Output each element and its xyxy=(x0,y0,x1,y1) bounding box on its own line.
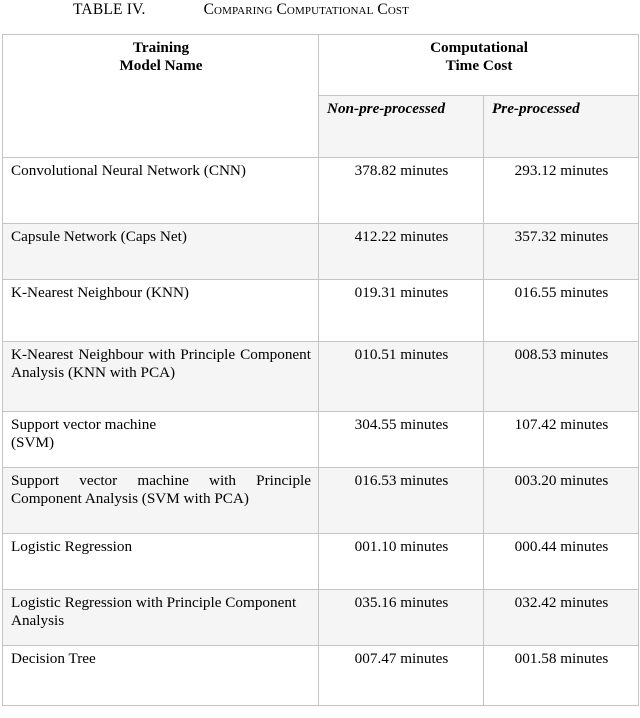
cell-preprocessed: 293.12 minutes xyxy=(482,157,640,224)
header-preprocessed: Pre-processed xyxy=(482,95,640,158)
table-caption-title: Comparing Computational Cost xyxy=(203,1,409,18)
table-row: Convolutional Neural Network (CNN) 378.8… xyxy=(2,157,640,224)
table-row: Support vector machine with Principle Co… xyxy=(2,467,640,534)
header-ct-line1: Computational xyxy=(430,39,528,56)
cell-model-name: Convolutional Neural Network (CNN) xyxy=(2,157,319,224)
cell-model-name: Support vector machine (SVM) xyxy=(2,411,319,468)
header-model-name-line2: Model Name xyxy=(119,56,203,74)
table-body: Training Model Name Computational Time C… xyxy=(2,34,640,706)
cell-preprocessed: 357.32 minutes xyxy=(482,223,640,280)
cell-model-name: K-Nearest Neighbour with Principle Compo… xyxy=(2,341,319,412)
cell-preprocessed: 000.44 minutes xyxy=(482,533,640,590)
table-row: K-Nearest Neighbour (KNN) 019.31 minutes… xyxy=(2,279,640,342)
cell-non-preprocessed: 010.51 minutes xyxy=(318,341,484,412)
cell-preprocessed: 001.58 minutes xyxy=(482,645,640,706)
cell-preprocessed: 016.55 minutes xyxy=(482,279,640,342)
cell-non-preprocessed: 412.22 minutes xyxy=(318,223,484,280)
table-row: Logistic Regression with Principle Compo… xyxy=(2,589,640,646)
cell-non-preprocessed: 007.47 minutes xyxy=(318,645,484,706)
table-row: Decision Tree 007.47 minutes 001.58 minu… xyxy=(2,645,640,706)
cell-preprocessed: 003.20 minutes xyxy=(482,467,640,534)
table-row: K-Nearest Neighbour with Principle Compo… xyxy=(2,341,640,412)
header-computational-time-cost: Computational Time Cost xyxy=(317,34,640,96)
cell-model-name: Capsule Network (Caps Net) xyxy=(2,223,319,280)
header-non-preprocessed: Non-pre-processed xyxy=(318,95,484,158)
cell-non-preprocessed: 019.31 minutes xyxy=(318,279,484,342)
table-row: Support vector machine (SVM) 304.55 minu… xyxy=(2,411,640,468)
header-row-group: Training Model Name Computational Time C… xyxy=(2,34,640,158)
cell-preprocessed: 008.53 minutes xyxy=(482,341,640,412)
header-model-name: Training Model Name xyxy=(2,34,319,158)
cell-model-name: Logistic Regression xyxy=(2,533,319,590)
cell-non-preprocessed: 016.53 minutes xyxy=(318,467,484,534)
comparing-computational-cost-table: Training Model Name Computational Time C… xyxy=(2,34,640,706)
table-caption: TABLE IV. Comparing Computational Cost xyxy=(0,0,640,34)
cell-model-name: Support vector machine with Principle Co… xyxy=(2,467,319,534)
cell-non-preprocessed: 378.82 minutes xyxy=(318,157,484,224)
cell-model-name: Logistic Regression with Principle Compo… xyxy=(2,589,319,646)
header-ct-line2: Time Cost xyxy=(445,56,513,74)
cell-non-preprocessed: 304.55 minutes xyxy=(318,411,484,468)
cell-non-preprocessed: 035.16 minutes xyxy=(318,589,484,646)
cell-preprocessed: 032.42 minutes xyxy=(482,589,640,646)
cell-model-name: Decision Tree xyxy=(2,645,319,706)
table-row: Logistic Regression 001.10 minutes 000.4… xyxy=(2,533,640,590)
table-page: TABLE IV. Comparing Computational Cost T… xyxy=(0,0,640,718)
cell-preprocessed: 107.42 minutes xyxy=(482,411,640,468)
header-model-name-line1: Training xyxy=(132,39,190,56)
cell-model-name: K-Nearest Neighbour (KNN) xyxy=(2,279,319,342)
cell-non-preprocessed: 001.10 minutes xyxy=(318,533,484,590)
cost-table: Training Model Name Computational Time C… xyxy=(2,34,640,706)
table-caption-number: TABLE IV. xyxy=(73,1,146,18)
table-row: Capsule Network (Caps Net) 412.22 minute… xyxy=(2,223,640,280)
